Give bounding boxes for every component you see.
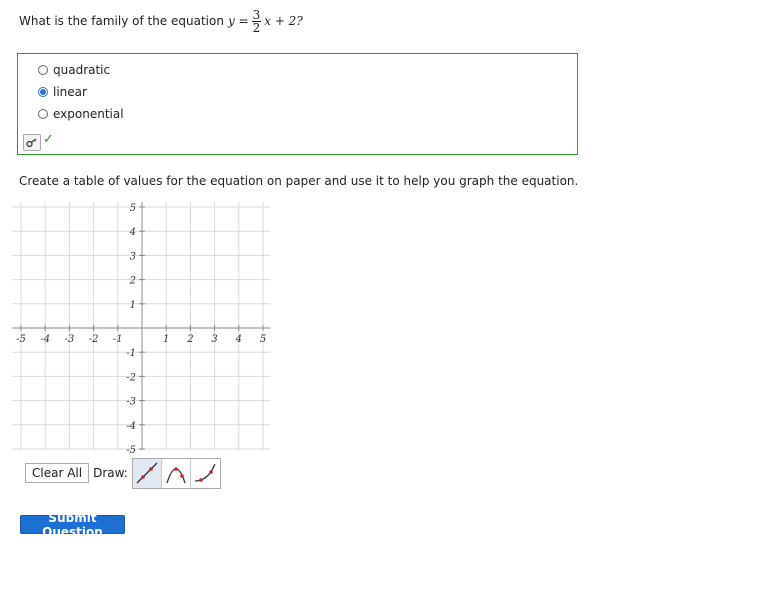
x-tick-label: 3: [211, 334, 217, 345]
instruction-text: Create a table of values for the equatio…: [19, 174, 579, 188]
x-tick-label: -1: [113, 334, 123, 345]
fraction-denominator: 2: [252, 20, 261, 35]
radio-exponential[interactable]: [38, 109, 48, 119]
x-tick-label: -5: [16, 334, 26, 345]
y-tick-label: -4: [126, 421, 136, 432]
key-glyph-icon: [26, 138, 37, 147]
parabola-tool-icon[interactable]: [161, 458, 191, 488]
line-tool-icon[interactable]: [132, 458, 162, 488]
submit-question-button[interactable]: Submit Question: [20, 511, 125, 539]
x-tick-label: 2: [186, 334, 193, 345]
y-tick-label: 2: [129, 276, 136, 287]
y-tick-label: -2: [126, 372, 136, 383]
option-linear[interactable]: linear: [38, 85, 87, 99]
clear-all-button[interactable]: Clear All: [25, 463, 90, 483]
draw-label: Draw:: [93, 466, 128, 480]
x-tick-label: 5: [260, 334, 266, 345]
option-label: linear: [53, 85, 87, 99]
y-tick-label: 4: [129, 227, 136, 238]
radio-quadratic[interactable]: [38, 65, 48, 75]
equation: y = 3 2 x + 2?: [228, 9, 303, 34]
y-tick-label: 1: [130, 300, 136, 311]
draw-tool-group: [131, 457, 221, 489]
option-quadratic[interactable]: quadratic: [38, 63, 110, 77]
correct-check-icon: ✓: [43, 132, 54, 147]
question-prefix: What is the family of the equation: [19, 14, 224, 28]
x-tick-label: -4: [40, 334, 50, 345]
question-text: What is the family of the equation y = 3…: [19, 6, 303, 36]
y-tick-label: 5: [130, 203, 136, 214]
equation-lhs: y =: [227, 14, 249, 28]
option-label: quadratic: [53, 63, 111, 77]
y-tick-label: -5: [126, 445, 136, 456]
x-tick-label: -2: [89, 334, 99, 345]
exponential-tool-icon[interactable]: [190, 458, 220, 488]
key-icon[interactable]: [23, 134, 41, 151]
equation-fraction: 3 2: [251, 7, 262, 35]
radio-linear[interactable]: [38, 87, 48, 97]
fraction-numerator: 3: [251, 7, 262, 22]
x-tick-label: 4: [235, 334, 242, 345]
graph-toolbar: Clear All Draw:: [25, 457, 221, 489]
equation-tail: x + 2?: [264, 14, 303, 28]
x-tick-label: 1: [163, 334, 169, 345]
graph-canvas[interactable]: -5 -4 -3 -2 -1 1 2 3 4 5 5 4 3 2 1 -1 -2 -3 -4 -5: [0, 200, 290, 458]
y-tick-label: 3: [130, 251, 136, 262]
x-tick-label: -3: [65, 334, 75, 345]
y-tick-label: -1: [126, 348, 136, 359]
option-exponential[interactable]: exponential: [38, 107, 124, 121]
option-label: exponential: [53, 107, 124, 121]
y-tick-label: -3: [126, 397, 136, 408]
answer-box: quadratic linear exponential ✓: [17, 53, 578, 155]
